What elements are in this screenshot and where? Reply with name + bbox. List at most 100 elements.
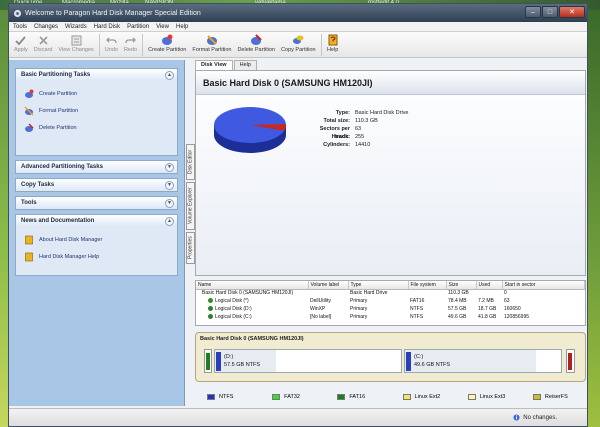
partition-block-d[interactable]: (D:) 57.5 GB NTFS: [214, 349, 402, 373]
disk-map-bar: (D:) 57.5 GB NTFS (C:) 49.6 GB NTFS: [204, 349, 577, 373]
sidebar-item-help[interactable]: Hard Disk Manager Help: [24, 248, 172, 265]
menu-partition[interactable]: Partition: [127, 24, 149, 30]
tab-volume-explorer[interactable]: Volume Explorer: [186, 182, 195, 230]
partition-block-dellutility[interactable]: [204, 349, 212, 373]
cell-used: [476, 289, 502, 297]
news-documentation-group: News and Documentation ▲ About Hard Disk…: [15, 214, 178, 276]
tasks-sidebar: Basic Partitioning Tasks ▲ Create Partit…: [9, 60, 185, 406]
col-start-sector[interactable]: Start in sector: [502, 281, 585, 290]
minimize-button[interactable]: –: [525, 6, 541, 18]
news-documentation-header[interactable]: News and Documentation ▲: [16, 215, 177, 227]
col-volume-label[interactable]: Volume label: [308, 281, 349, 290]
sidebar-item-delete-partition[interactable]: Delete Partition: [24, 119, 172, 136]
redo-button[interactable]: Redo: [121, 32, 140, 56]
apply-button[interactable]: Apply: [11, 32, 31, 56]
cell-used: 18.7 GB: [478, 306, 497, 312]
cell-type: Primary: [350, 314, 368, 320]
format-partition-icon: [206, 34, 218, 46]
status-bar: No changes.: [9, 408, 587, 426]
fat16-stripe: [206, 353, 210, 370]
sidebar-item-create-partition[interactable]: Create Partition: [24, 85, 172, 102]
cell-label: [No label]: [310, 314, 332, 320]
checkmark-icon: [15, 34, 27, 46]
col-size[interactable]: Size: [446, 281, 477, 290]
undo-button[interactable]: Undo: [102, 32, 121, 56]
table-row[interactable]: Logical Disk (C:) [No label] Primary NTFS 49…: [196, 313, 585, 321]
cell-name: Logical Disk (*): [196, 297, 308, 305]
partition-block-c[interactable]: (C:) 49.6 GB NTFS: [404, 349, 562, 373]
tab-properties[interactable]: Properties: [186, 232, 195, 264]
col-file-system[interactable]: File system: [408, 281, 447, 290]
cell-fs: NTFS: [410, 314, 424, 320]
create-partition-icon: [25, 89, 34, 98]
partition-d-letter: (D:): [224, 354, 234, 360]
col-type[interactable]: Type: [348, 281, 409, 290]
sidebar-item-format-partition[interactable]: Format Partition: [24, 102, 172, 119]
cell-type: Primary: [350, 298, 368, 304]
menu-view[interactable]: View: [156, 24, 169, 30]
table-row[interactable]: Logical Disk (D:) WinXP Primary NTFS 57.5 GB…: [196, 305, 585, 313]
legend-item: FAT16: [337, 394, 390, 400]
cell-label: DellUtility: [310, 298, 331, 304]
partition-table: Name Volume label Type File system Size …: [195, 280, 586, 326]
legend-swatch: [272, 394, 281, 400]
filesystem-legend: NTFS FAT32 FAT16 Linux Ext2 Linux Ext3 Reiser…: [195, 391, 586, 403]
cell-size: 110.3 GB: [448, 290, 469, 297]
table-row[interactable]: Basic Hard Disk 0 (SAMSUNG HM120JI) Basic…: [196, 289, 585, 297]
format-partition-button[interactable]: Format Partition: [189, 32, 234, 56]
basic-partitioning-header[interactable]: Basic Partitioning Tasks ▲: [16, 69, 177, 81]
tools-header[interactable]: Tools ▼: [16, 197, 177, 209]
close-button[interactable]: ✕: [559, 6, 585, 18]
create-partition-button[interactable]: Create Partition: [145, 32, 189, 56]
tab-help[interactable]: Help: [233, 60, 257, 70]
cell-size: 49.6 GB: [448, 314, 467, 320]
chevron-down-icon[interactable]: ▼: [165, 180, 174, 190]
partition-block-unallocated[interactable]: [566, 349, 575, 373]
col-used[interactable]: Used: [476, 281, 503, 290]
chevron-up-icon[interactable]: ▲: [165, 70, 174, 80]
menu-changes[interactable]: Changes: [34, 24, 58, 30]
prop-row: Sectors per track: 63: [319, 126, 362, 140]
cell-used: 41.8 GB: [478, 314, 497, 320]
discard-button[interactable]: Discard: [31, 32, 56, 56]
table-row[interactable]: Logical Disk (*) DellUtility Primary FAT16 7…: [196, 297, 585, 305]
disk-info-panel: Basic Hard Disk 0 (SAMSUNG HM120JI) Type…: [195, 70, 586, 276]
info-icon: [513, 414, 520, 421]
desktop-background: [0, 10, 8, 427]
menu-help[interactable]: Help: [176, 24, 188, 30]
app-window: Welcome to Paragon Hard Disk Manager Spe…: [8, 3, 588, 427]
copy-partition-button[interactable]: Copy Partition: [278, 32, 319, 56]
prop-row: Heads: 255: [331, 134, 365, 140]
help-book-icon: [327, 34, 339, 46]
toolbar: Apply Discard View Changes Undo Redo Cre…: [9, 32, 587, 58]
chevron-down-icon[interactable]: ▼: [165, 162, 174, 172]
cell-size: 78.4 MB: [448, 298, 467, 304]
title-bar[interactable]: Welcome to Paragon Hard Disk Manager Spe…: [9, 4, 587, 22]
chevron-down-icon[interactable]: ▼: [165, 198, 174, 208]
menu-tools[interactable]: Tools: [13, 24, 27, 30]
tab-disk-view[interactable]: Disk View: [195, 60, 233, 70]
menu-hard-disk[interactable]: Hard Disk: [94, 24, 120, 30]
cell-start: 0: [504, 290, 507, 297]
tab-disk-editor[interactable]: Disk Editor: [186, 144, 195, 180]
undo-icon: [105, 34, 117, 46]
copy-tasks-header[interactable]: Copy Tasks ▼: [16, 179, 177, 191]
sidebar-item-about[interactable]: About Hard Disk Manager: [24, 231, 172, 248]
maximize-button[interactable]: □: [542, 6, 558, 18]
desktop-background: [588, 10, 600, 427]
delete-partition-icon: [25, 122, 34, 132]
cell-start: 63: [504, 298, 510, 304]
advanced-partitioning-header[interactable]: Advanced Partitioning Tasks ▼: [16, 161, 177, 173]
copy-tasks-group: Copy Tasks ▼: [15, 178, 178, 192]
delete-partition-button[interactable]: Delete Partition: [234, 32, 278, 56]
format-partition-icon: [24, 105, 34, 116]
chevron-up-icon[interactable]: ▲: [165, 216, 174, 226]
legend-swatch: [467, 394, 476, 400]
menu-wizards[interactable]: Wizards: [65, 24, 87, 30]
cell-label: [308, 289, 348, 297]
col-name[interactable]: Name: [196, 281, 309, 290]
legend-item: Linux Ext2: [402, 394, 456, 400]
help-button[interactable]: Help: [324, 32, 342, 56]
prop-row: Total size: 110.3 GB: [323, 118, 378, 124]
view-changes-button[interactable]: View Changes: [55, 32, 96, 56]
